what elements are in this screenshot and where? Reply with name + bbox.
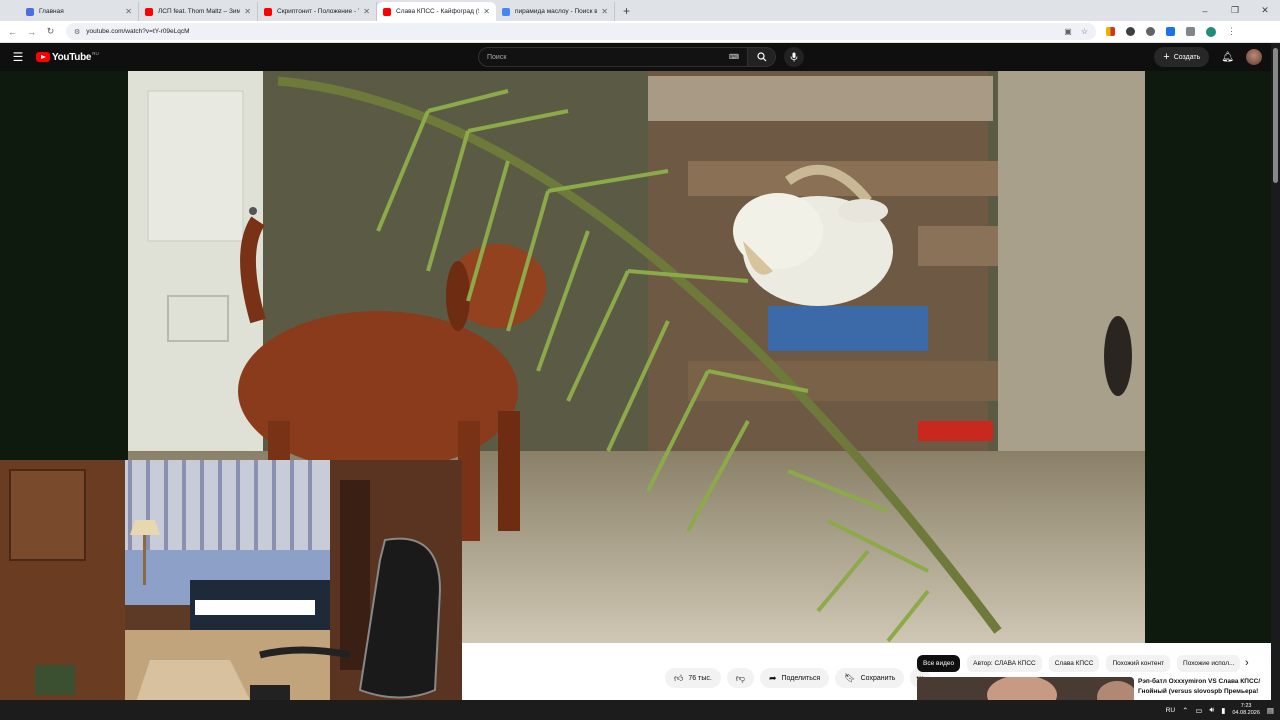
extensions-puzzle-icon[interactable] [1186, 27, 1195, 36]
chevron-right-icon[interactable]: › [1245, 657, 1249, 669]
search-icon [756, 52, 766, 62]
share-arrow-icon: ➦ [768, 672, 777, 683]
share-button[interactable]: ➦ Поделиться [759, 668, 830, 688]
youtube-play-icon [36, 52, 50, 62]
webcam-room-image [0, 460, 462, 720]
youtube-favicon-icon [264, 7, 272, 16]
back-icon[interactable]: ← [3, 27, 22, 37]
extension-icon[interactable] [1146, 27, 1155, 36]
recommendation-thumbnail[interactable] [917, 677, 1134, 700]
share-label: Поделиться [781, 674, 821, 682]
address-bar[interactable]: ⚙ youtube.com/watch?v=tY-r09eLqcM ▣ ☆ [66, 23, 1096, 40]
extension-icon[interactable] [1126, 27, 1135, 36]
save-label: Сохранить [860, 674, 896, 682]
close-tab-icon[interactable]: ✕ [601, 7, 608, 16]
thumbs-up-icon: 👍︎ [674, 672, 684, 683]
close-tab-icon[interactable]: ✕ [244, 7, 251, 16]
page-scrollbar-thumb[interactable] [1273, 48, 1278, 183]
favicon-icon [26, 7, 34, 16]
close-window-button[interactable]: ✕ [1250, 5, 1280, 16]
extension-icon[interactable] [1106, 27, 1115, 36]
video-actions: 👍︎ 76 тыс. 👎︎ ➦ Поделиться 🔖︎ Сохранить … [665, 668, 930, 688]
extension-icon[interactable] [1166, 27, 1175, 36]
recommendation-title[interactable]: Рэп-батл Oxxxymiron VS Слава КПСС/Гнойны… [1138, 677, 1266, 700]
site-info-icon[interactable]: ⚙ [74, 28, 80, 36]
tab-title: Скриптонит - Положение - Yo... [277, 8, 359, 15]
voice-search-button[interactable] [784, 47, 804, 67]
microphone-icon [790, 52, 798, 62]
search-bar: Поиск ⌨ [478, 47, 804, 67]
youtube-wordmark: YouTube [52, 51, 92, 63]
close-tab-icon[interactable]: ✕ [125, 7, 132, 16]
volume-icon[interactable]: 🔊︎ [1210, 705, 1215, 715]
notifications-bell-icon[interactable]: 🔔︎ [1221, 52, 1234, 63]
notifications-icon[interactable]: ▤ [1267, 706, 1274, 715]
new-tab-button[interactable]: + [623, 4, 630, 18]
reload-icon[interactable]: ↻ [41, 26, 60, 37]
chip-related[interactable]: Похожий контент [1106, 655, 1171, 672]
browser-tab[interactable]: Скриптонит - Положение - Yo... ✕ [258, 2, 377, 21]
tab-title: Главная [39, 8, 64, 15]
youtube-masthead: ☰ YouTube RU Поиск ⌨ + Создать 🔔︎ [0, 43, 1280, 71]
install-app-icon[interactable]: ▣ [1064, 27, 1072, 36]
chip-all-videos[interactable]: Все видео [917, 655, 961, 672]
like-button[interactable]: 👍︎ 76 тыс. [665, 668, 721, 688]
chip-similar[interactable]: Похожие испол... [1177, 655, 1241, 672]
recommendation-chips: Все видео Автор: СЛАВА КПСС Слава КПСС П… [917, 655, 1247, 672]
menu-icon[interactable]: ☰ [0, 50, 36, 64]
youtube-favicon-icon [145, 7, 153, 16]
create-button[interactable]: + Создать [1154, 47, 1210, 67]
windows-taskbar: RU ⌃ ▭ 🔊︎ ▮ 7:23 04.08.2026 ▤ [0, 700, 1280, 720]
chevron-up-icon[interactable]: ⌃ [1182, 706, 1188, 715]
keyboard-icon[interactable]: ⌨ [729, 53, 739, 61]
chip-author[interactable]: Автор: СЛАВА КПСС [967, 655, 1042, 672]
browser-menu-icon[interactable]: ⋮ [1227, 26, 1236, 37]
taskbar-clock[interactable]: 7:23 04.08.2026 [1232, 703, 1260, 717]
profile-avatar[interactable] [1206, 26, 1216, 37]
input-language[interactable]: RU [1166, 707, 1175, 714]
save-button[interactable]: 🔖︎ Сохранить [835, 668, 905, 688]
browser-tab[interactable]: пирамида маслоу - Поиск в G... ✕ [496, 2, 615, 21]
browser-tab[interactable]: Главная ✕ [20, 2, 139, 21]
bookmark-star-icon[interactable]: ☆ [1081, 27, 1088, 36]
close-tab-icon[interactable]: ✕ [363, 7, 370, 16]
tab-title: пирамида маслоу - Поиск в G... [515, 8, 598, 15]
plus-icon: + [1163, 51, 1170, 63]
address-url: youtube.com/watch?v=tY-r09eLqcM [86, 28, 190, 35]
search-input[interactable]: Поиск ⌨ [478, 47, 748, 67]
extensions-bar: ⋮ [1106, 26, 1236, 37]
youtube-logo[interactable]: YouTube RU [36, 50, 99, 63]
youtube-favicon-icon [383, 7, 391, 16]
clock-date: 04.08.2026 [1232, 710, 1260, 716]
bookmark-icon: 🔖︎ [844, 672, 856, 683]
window-controls: – ❐ ✕ [1190, 0, 1280, 21]
minimize-button[interactable]: – [1190, 6, 1220, 16]
tab-title: ЛСП feat. Thom Maltz – Зима... [158, 8, 241, 15]
dislike-button[interactable]: 👎︎ [726, 668, 754, 688]
browser-tabstrip: Главная ✕ ЛСП feat. Thom Maltz – Зима...… [0, 0, 1280, 21]
google-favicon-icon [502, 7, 510, 16]
network-icon[interactable]: ▭ [1195, 706, 1202, 715]
webcam-overlay [0, 460, 462, 720]
masthead-actions: + Создать 🔔︎ [1154, 47, 1262, 67]
account-avatar[interactable] [1246, 49, 1262, 65]
search-button[interactable] [748, 47, 776, 67]
forward-icon[interactable]: → [22, 27, 41, 37]
browser-tab-active[interactable]: Слава КПСС - Кайфоград (Sun... ✕ [377, 2, 496, 21]
chip-slava-kpss[interactable]: Слава КПСС [1048, 655, 1100, 672]
battery-icon[interactable]: ▮ [1221, 706, 1225, 715]
browser-toolbar: ← → ↻ ⚙ youtube.com/watch?v=tY-r09eLqcM … [0, 21, 1280, 43]
browser-tab[interactable]: ЛСП feat. Thom Maltz – Зима... ✕ [139, 2, 258, 21]
tab-title: Слава КПСС - Кайфоград (Sun... [396, 8, 479, 15]
thumbs-down-icon: 👎︎ [735, 672, 745, 683]
like-count: 76 тыс. [688, 674, 712, 682]
search-placeholder: Поиск [487, 53, 507, 61]
clock-time: 7:23 [1240, 703, 1252, 709]
thumbnail-image [917, 677, 1134, 700]
maximize-button[interactable]: ❐ [1220, 5, 1250, 16]
region-code: RU [92, 50, 99, 56]
system-tray: RU ⌃ ▭ 🔊︎ ▮ 7:23 04.08.2026 ▤ [1166, 703, 1274, 717]
close-tab-icon[interactable]: ✕ [483, 7, 490, 16]
create-label: Создать [1173, 53, 1201, 61]
